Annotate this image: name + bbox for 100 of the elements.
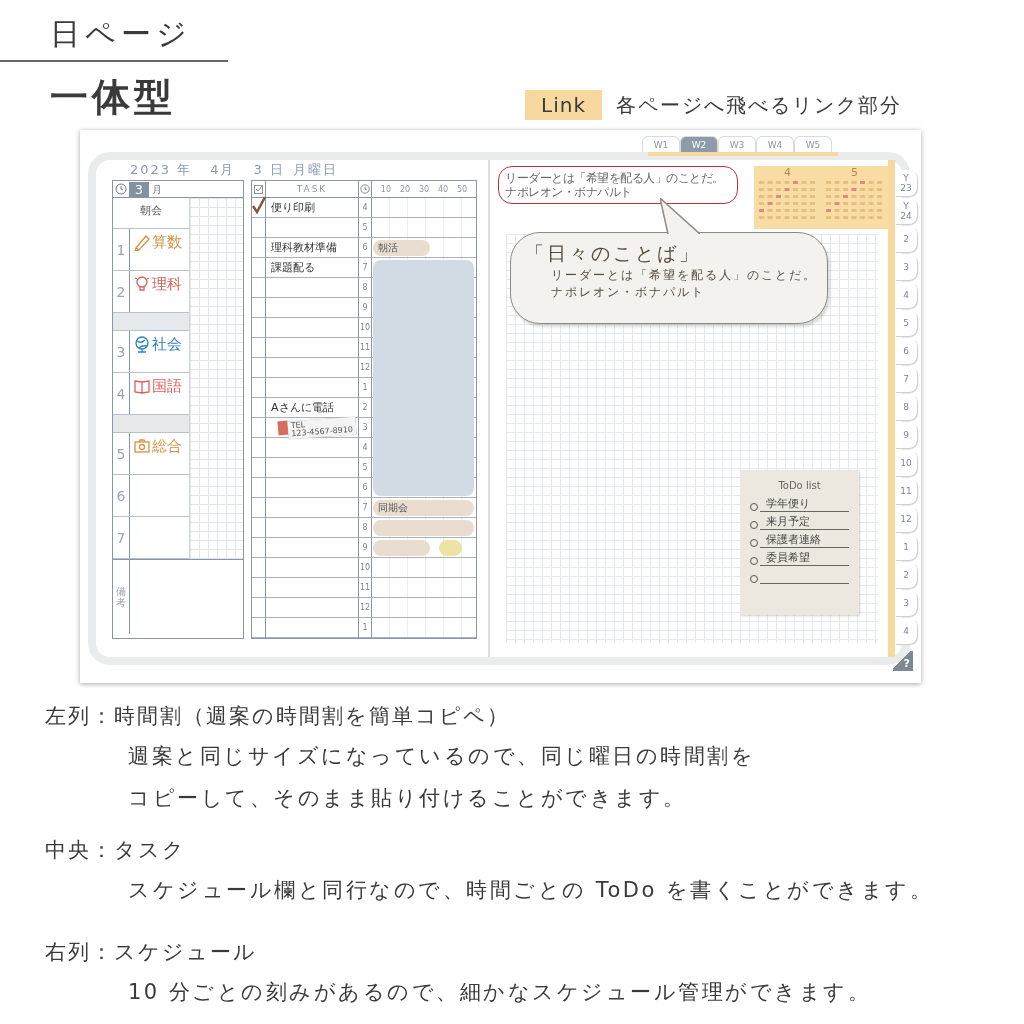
- week-tab[interactable]: W4: [756, 136, 794, 152]
- check-cell[interactable]: [252, 538, 266, 558]
- month-tab[interactable]: 10: [895, 450, 917, 476]
- month-tab[interactable]: 3: [895, 254, 917, 280]
- month-tab[interactable]: 5: [895, 310, 917, 336]
- check-cell[interactable]: [252, 558, 266, 578]
- subject-icon: [133, 233, 151, 251]
- month-tab[interactable]: Y 23: [895, 170, 917, 196]
- assembly-label: 朝会: [139, 203, 163, 219]
- hour-cell: 6: [359, 478, 372, 498]
- month-tab[interactable]: 4: [895, 618, 917, 644]
- task-cell: 課題配る: [266, 258, 359, 278]
- check-cell[interactable]: [252, 598, 266, 618]
- check-cell[interactable]: [252, 458, 266, 478]
- weekday-label: 月: [152, 183, 162, 197]
- quote-text: ナポレオン・ボナパルト: [551, 284, 706, 301]
- hour-cell: 9: [359, 538, 372, 558]
- hour-cell: 6: [359, 238, 372, 258]
- month-tab[interactable]: Y 24: [895, 198, 917, 224]
- period-number: 2: [113, 271, 130, 312]
- week-tab[interactable]: W2: [680, 136, 718, 152]
- check-cell[interactable]: [252, 438, 266, 458]
- todo-title: ToDo list: [777, 480, 822, 491]
- date-weekday: 月曜日: [292, 161, 338, 179]
- check-cell[interactable]: [252, 378, 266, 398]
- check-cell[interactable]: [252, 418, 266, 438]
- subject-icon: [133, 377, 151, 395]
- minute-tick: 10: [380, 184, 392, 194]
- todo-item[interactable]: 来月予定: [760, 514, 849, 530]
- date-day: 3 日: [253, 161, 285, 179]
- month-tab[interactable]: 9: [895, 422, 917, 448]
- quote-text: リーダーとは「希望を配る人」のことだ。: [551, 267, 818, 284]
- month-tab[interactable]: 8: [895, 394, 917, 420]
- page-title: 日ページ: [50, 15, 192, 53]
- help-corner[interactable]: ?: [893, 651, 913, 671]
- subject-label: 社会: [152, 335, 182, 354]
- subject-label: 理科: [152, 275, 182, 294]
- check-cell[interactable]: [252, 258, 266, 278]
- description-text: 10 分ごとの刻みがあるので、細かなスケジュール管理ができます。: [128, 979, 873, 1006]
- hour-cell: 4: [359, 438, 372, 458]
- month-tab[interactable]: 11: [895, 478, 917, 504]
- subject-label: 国語: [152, 377, 182, 396]
- hour-cell: 3: [359, 418, 372, 438]
- minute-tick: 20: [399, 184, 411, 194]
- check-cell[interactable]: [252, 398, 266, 418]
- check-cell[interactable]: [252, 238, 266, 258]
- minute-tick: 50: [456, 184, 468, 194]
- todo-item[interactable]: 保護者連絡: [760, 532, 849, 548]
- period-number: 6: [113, 475, 130, 516]
- minute-tick: 40: [437, 184, 449, 194]
- quote-title: 「日々のことば」: [525, 241, 702, 266]
- todo-item[interactable]: 委員希望: [760, 550, 849, 566]
- hour-cell: 10: [359, 318, 372, 338]
- minute-tick: 30: [418, 184, 430, 194]
- check-cell[interactable]: [252, 338, 266, 358]
- hour-cell: 1: [359, 618, 372, 638]
- subject-icon: [133, 437, 151, 455]
- page-subtitle: 一体型: [50, 74, 176, 121]
- check-cell[interactable]: [252, 218, 266, 238]
- week-tab[interactable]: W5: [794, 136, 832, 152]
- checkbox-icon: [254, 184, 263, 194]
- subject-icon: [133, 275, 151, 293]
- subject-label: 総合: [152, 437, 182, 456]
- month-tab[interactable]: 2: [895, 562, 917, 588]
- period-number: 3: [113, 331, 130, 372]
- check-cell[interactable]: [252, 318, 266, 338]
- mini-calendar[interactable]: 4 5: [754, 166, 888, 229]
- sticker: TEL 123-4567-8910: [278, 419, 356, 437]
- hour-cell: 12: [359, 358, 372, 378]
- check-cell[interactable]: [252, 278, 266, 298]
- month-tab[interactable]: 1: [895, 534, 917, 560]
- hour-cell: 2: [359, 398, 372, 418]
- check-cell[interactable]: [252, 518, 266, 538]
- month-tab[interactable]: 2: [895, 226, 917, 252]
- month-tab[interactable]: 6: [895, 338, 917, 364]
- check-cell[interactable]: [252, 578, 266, 598]
- check-icon: [252, 196, 266, 214]
- month-tab[interactable]: 4: [895, 282, 917, 308]
- check-cell[interactable]: [252, 198, 266, 218]
- week-tab[interactable]: W3: [718, 136, 756, 152]
- memo-text: リーダーとは「希望を配る人」のことだ。: [505, 171, 725, 185]
- check-cell[interactable]: [252, 298, 266, 318]
- date-year: 2023 年: [130, 161, 193, 179]
- subject-label: 算数: [152, 233, 182, 252]
- hour-cell: 4: [359, 198, 372, 218]
- memo-text: ナポレオン・ボナパルト: [505, 185, 633, 199]
- month-tab[interactable]: 12: [895, 506, 917, 532]
- month-tab[interactable]: 7: [895, 366, 917, 392]
- hour-cell: 7: [359, 258, 372, 278]
- todo-item[interactable]: 学年便り: [760, 496, 849, 512]
- check-cell[interactable]: [252, 618, 266, 638]
- month-tab[interactable]: 3: [895, 590, 917, 616]
- check-cell[interactable]: [252, 358, 266, 378]
- hour-cell: 10: [359, 558, 372, 578]
- check-cell[interactable]: [252, 498, 266, 518]
- week-tab[interactable]: W1: [642, 136, 680, 152]
- check-cell[interactable]: [252, 478, 266, 498]
- hour-cell: 5: [359, 218, 372, 238]
- hour-cell: 12: [359, 598, 372, 618]
- hour-cell: 9: [359, 298, 372, 318]
